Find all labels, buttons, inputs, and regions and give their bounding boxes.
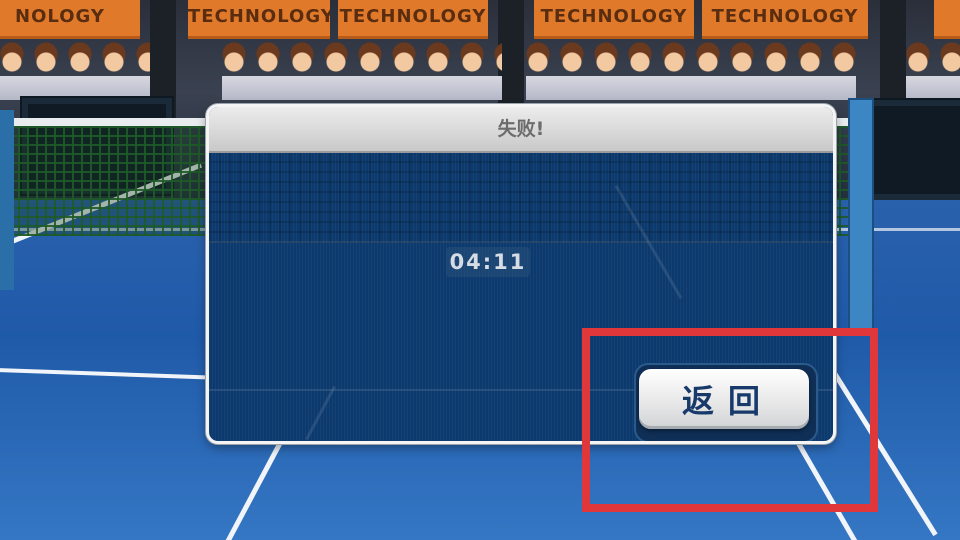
crowd-far-right (906, 42, 960, 100)
sponsor-banner: TECHNOLOGY (338, 0, 488, 39)
court-line (209, 241, 833, 243)
court-line (0, 368, 220, 380)
sponsor-banner: TECHNOLOGY (188, 0, 330, 39)
sponsor-banner: NOLOGY (0, 0, 140, 39)
crowd-left (0, 42, 150, 100)
crowd-right (526, 42, 856, 100)
return-button[interactable]: 返回 (639, 369, 809, 429)
background-net-graphic (209, 153, 833, 243)
right-ad-board (862, 98, 960, 202)
court-line (305, 385, 336, 441)
ad-graphic (870, 106, 960, 194)
court-line (827, 363, 938, 537)
dialog-body: 04:11 返回 (209, 153, 833, 441)
net-post (0, 110, 14, 290)
court-line (219, 436, 286, 540)
net-post (848, 98, 874, 332)
crowd-center (222, 42, 502, 100)
sponsor-banner: TECHNOLOGY (534, 0, 694, 39)
sponsor-banner (934, 0, 960, 39)
sponsor-banner: TECHNOLOGY (702, 0, 868, 39)
tennis-net (0, 118, 210, 236)
result-dialog: 失败! 04:11 返回 (206, 104, 836, 444)
dialog-title: 失败! (209, 107, 833, 153)
elapsed-time: 04:11 (446, 247, 530, 277)
